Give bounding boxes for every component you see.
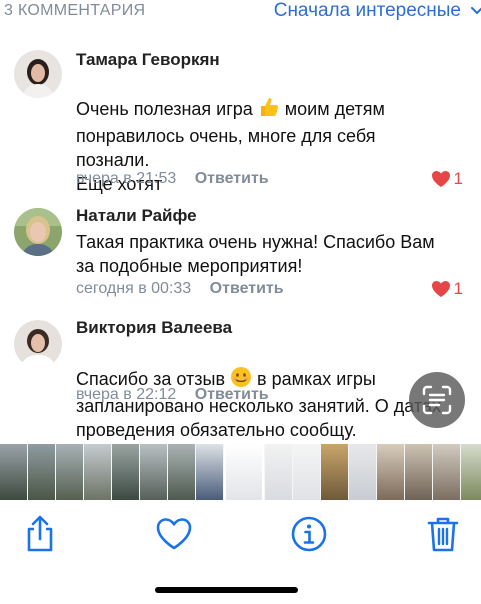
thumbnail[interactable] (405, 444, 432, 500)
thumbnail[interactable] (293, 444, 320, 500)
avatar[interactable] (14, 50, 62, 98)
thumbnail[interactable] (168, 444, 195, 500)
comment-author[interactable]: Натали Райфе (76, 206, 197, 226)
comment-text-part: Очень полезная игра (76, 99, 258, 119)
comment-meta: вчера в 22:12 Ответить (76, 386, 269, 404)
like-button[interactable]: 1 (431, 279, 463, 299)
avatar[interactable] (14, 208, 62, 256)
heart-filled-icon (431, 171, 450, 187)
comment-meta: вчера в 21:53 Ответить (76, 170, 269, 188)
thumbnail[interactable] (321, 444, 348, 500)
comment-author[interactable]: Виктория Валеева (76, 318, 232, 338)
bottom-toolbar (0, 500, 481, 604)
thumbnail[interactable] (140, 444, 167, 500)
like-count: 1 (453, 279, 463, 298)
comment-item: Виктория Валеева Спасибо за отзыв в рамк… (0, 314, 481, 440)
thumbs-up-icon (258, 96, 280, 124)
comment-date: сегодня в 00:33 (76, 280, 192, 297)
reply-button[interactable]: Ответить (195, 170, 269, 187)
comments-header: 3 КОММЕНТАРИЯ Сначала интересные (0, 0, 481, 24)
thumbnail[interactable] (56, 444, 83, 500)
thumbnail[interactable] (349, 444, 376, 500)
home-indicator[interactable] (155, 587, 298, 593)
thumbnail[interactable] (196, 444, 223, 500)
thumbnail-strip[interactable] (0, 444, 481, 500)
heart-filled-icon (431, 281, 450, 297)
thumbnail-selected[interactable] (224, 444, 264, 500)
trash-icon[interactable] (423, 514, 463, 554)
thumbnail[interactable] (84, 444, 111, 500)
live-text-icon (422, 385, 452, 415)
comment-item: Натали Райфе Такая практика очень нужна!… (0, 204, 481, 304)
comments-count: 3 КОММЕНТАРИЯ (4, 2, 146, 19)
avatar[interactable] (14, 320, 62, 368)
live-text-button[interactable] (409, 372, 465, 428)
thumbnail[interactable] (112, 444, 139, 500)
thumbnail[interactable] (28, 444, 55, 500)
thumbnail[interactable] (461, 444, 481, 500)
reply-button[interactable]: Ответить (195, 386, 269, 403)
like-button[interactable]: 1 (431, 169, 463, 189)
comment-author[interactable]: Тамара Геворкян (76, 50, 220, 70)
comment-meta: сегодня в 00:33 Ответить (76, 280, 284, 298)
heart-icon[interactable] (154, 514, 194, 554)
comment-date: вчера в 21:53 (76, 170, 177, 187)
comment-text: Такая практика очень нужна! Спасибо Вам … (76, 232, 435, 276)
thumbnail[interactable] (433, 444, 460, 500)
thumbnail[interactable] (377, 444, 404, 500)
sort-dropdown[interactable]: Сначала интересные (273, 0, 481, 22)
reply-button[interactable]: Ответить (210, 280, 284, 297)
like-count: 1 (453, 169, 463, 188)
comment-date: вчера в 22:12 (76, 386, 177, 403)
chevron-down-icon (471, 7, 481, 15)
info-icon[interactable] (289, 514, 329, 554)
comment-item: Тамара Геворкян Очень полезная игра моим… (0, 44, 481, 194)
sort-label: Сначала интересные (273, 0, 461, 21)
share-icon[interactable] (20, 514, 60, 554)
thumbnail[interactable] (265, 444, 292, 500)
thumbnail[interactable] (0, 444, 27, 500)
